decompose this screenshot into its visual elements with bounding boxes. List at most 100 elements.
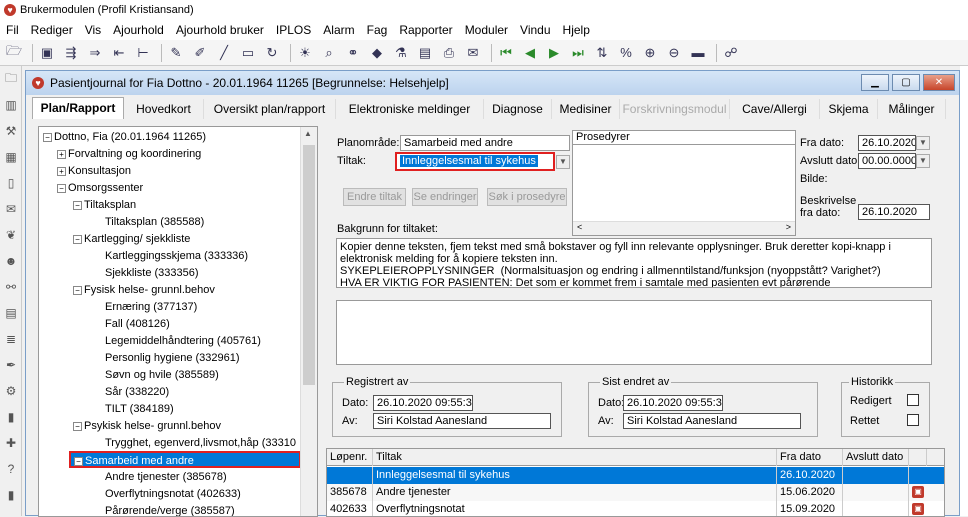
tab-cave-allergi[interactable]: Cave/Allergi	[730, 99, 820, 119]
puzzle-icon[interactable]: ✚	[2, 434, 20, 452]
scroll-left-icon[interactable]: <	[577, 222, 582, 232]
tree-leaf[interactable]: Andre tjenester (385678)	[105, 469, 227, 486]
pin-gray-icon[interactable]: ✐	[190, 43, 210, 63]
tree-scrollbar[interactable]: ▲	[300, 127, 317, 516]
scroll-right-icon[interactable]: >	[786, 222, 791, 232]
tree-node[interactable]: − Fysisk helse- grunnl.behov	[73, 282, 215, 299]
last-icon[interactable]: ⏭	[568, 43, 588, 63]
expand-icon[interactable]: +	[57, 149, 66, 159]
bars-icon[interactable]: ▮	[2, 408, 20, 426]
prosedyrer-hscroll[interactable]: < >	[573, 221, 795, 235]
menu-moduler[interactable]: Moduler	[459, 23, 514, 37]
tree-node[interactable]: + Konsultasjon	[57, 163, 131, 180]
tree-go-icon[interactable]: ⇒	[85, 43, 105, 63]
tab-skjema[interactable]: Skjema	[820, 99, 878, 119]
tab-elektroniske-meldinger[interactable]: Elektroniske meldinger	[336, 99, 484, 119]
expand-icon[interactable]: +	[57, 166, 66, 176]
menu-fil[interactable]: Fil	[0, 23, 25, 37]
tab-medisiner[interactable]: Medisiner	[552, 99, 620, 119]
dialog-icon[interactable]: ▭	[238, 43, 258, 63]
users-icon[interactable]: ☍	[721, 43, 741, 63]
menu-ajourhold-bruker[interactable]: Ajourhold bruker	[170, 23, 270, 37]
menu-hjelp[interactable]: Hjelp	[557, 23, 596, 37]
se-endringer-button[interactable]: Se endringer	[412, 188, 478, 206]
menu-ajourhold[interactable]: Ajourhold	[107, 23, 170, 37]
menu-vis[interactable]: Vis	[79, 23, 107, 37]
tree-leaf[interactable]: TILT (384189)	[105, 401, 174, 418]
tab-oversikt[interactable]: Oversikt plan/rapport	[204, 99, 336, 119]
magnifier-icon[interactable]: ⌕	[319, 43, 339, 63]
document-icon[interactable]: ▤	[415, 43, 435, 63]
users-icon[interactable]: ☻	[2, 252, 20, 270]
tree-leaf[interactable]: Personlig hygiene (332961)	[105, 350, 240, 367]
column-header[interactable]: Fra dato	[777, 449, 843, 466]
tree-node-selected[interactable]: − Samarbeid med andre	[69, 451, 301, 468]
tree-expand-icon[interactable]: ⇶	[61, 43, 81, 63]
tree-leaf[interactable]: Sjekkliste (333356)	[105, 265, 199, 282]
menu-alarm[interactable]: Alarm	[317, 23, 360, 37]
folder-icon[interactable]: 🗁	[4, 43, 24, 63]
fax-icon[interactable]: ✉	[463, 43, 483, 63]
close-button[interactable]: ✕	[923, 74, 955, 91]
beskrivelse-dato-field[interactable]: 26.10.2020	[858, 204, 930, 220]
menu-rapporter[interactable]: Rapporter	[393, 23, 458, 37]
leaf-icon[interactable]: ❦	[2, 226, 20, 244]
column-header[interactable]: Avslutt dato	[843, 449, 909, 466]
binoculars-icon[interactable]: ⚭	[343, 43, 363, 63]
tree-leaf[interactable]: Legemiddelhåndtering (405761)	[105, 333, 261, 350]
books-icon[interactable]: ≣	[2, 330, 20, 348]
tree-node[interactable]: − Psykisk helse- grunnl.behov	[73, 418, 221, 435]
tag-icon[interactable]: ◆	[367, 43, 387, 63]
avslutt-dato-dropdown-icon[interactable]: ▼	[916, 154, 930, 168]
next-icon[interactable]: ▶	[544, 43, 564, 63]
collapse-icon[interactable]: −	[57, 183, 66, 193]
collapse-icon[interactable]: −	[73, 234, 82, 244]
tab-diagnose[interactable]: Diagnose	[484, 99, 552, 119]
chart-icon[interactable]: ▦	[2, 148, 20, 166]
zoom-in-icon[interactable]: ⊕	[640, 43, 660, 63]
tree-node[interactable]: − Omsorgssenter	[57, 180, 143, 197]
tab-hovedkort[interactable]: Hovedkort	[124, 99, 204, 119]
print-icon[interactable]: ⎙	[439, 43, 459, 63]
collapse-icon[interactable]: −	[73, 285, 82, 295]
tree-leaf[interactable]: Trygghet, egenverd,livsmot,håp (33310	[105, 435, 298, 452]
column-header[interactable]: Tiltak	[373, 449, 777, 466]
notes-icon[interactable]: ▤	[2, 304, 20, 322]
fra-dato-field[interactable]: 26.10.2020	[858, 135, 916, 151]
bakgrunn-textarea[interactable]: Kopier denne teksten, fjem tekst med små…	[336, 238, 932, 288]
table-row[interactable]: 402633 Overflytningsnotat 15.09.2020 ▣	[327, 501, 944, 516]
notes-textarea[interactable]	[336, 300, 932, 365]
collapse-icon[interactable]: −	[74, 456, 83, 466]
mail-icon[interactable]: ✉	[2, 200, 20, 218]
previous-icon[interactable]: ◀	[520, 43, 540, 63]
lock-icon[interactable]: ▣	[912, 503, 924, 515]
link-icon[interactable]: ⚯	[2, 278, 20, 296]
tab-malinger[interactable]: Målinger	[878, 99, 946, 119]
bulb-icon[interactable]: ☀	[295, 43, 315, 63]
bottle-icon[interactable]: ⚗	[391, 43, 411, 63]
tree-leaf[interactable]: Søvn og hvile (385589)	[105, 367, 219, 384]
scroll-thumb[interactable]	[303, 145, 315, 385]
tree-leaf[interactable]: Fall (408126)	[105, 316, 170, 333]
clipboard-icon[interactable]: ▯	[2, 174, 20, 192]
tree-leaf[interactable]: Sår (338220)	[105, 384, 169, 401]
menu-iplos[interactable]: IPLOS	[270, 23, 317, 37]
menu-rediger[interactable]: Rediger	[25, 23, 79, 37]
folder-icon[interactable]: 🗀	[2, 70, 20, 88]
redigert-checkbox[interactable]	[907, 394, 919, 406]
menu-vindu[interactable]: Vindu	[514, 23, 556, 37]
tab-plan-rapport[interactable]: Plan/Rapport	[32, 97, 124, 119]
gear-icon[interactable]: ⚙	[2, 382, 20, 400]
tree-leaf[interactable]: Overflytningsnotat (402633)	[105, 486, 241, 503]
pen-icon[interactable]: ✒	[2, 356, 20, 374]
endre-tiltak-button[interactable]: Endre tiltak	[343, 188, 406, 206]
rettet-checkbox[interactable]	[907, 414, 919, 426]
tiltak-field[interactable]: Innleggelsesmal til sykehus	[395, 152, 555, 171]
pencil-icon[interactable]: ╱	[214, 43, 234, 63]
tree-node-root[interactable]: − Dottno, Fia (20.01.1964 11265)	[43, 129, 206, 146]
menu-fag[interactable]: Fag	[361, 23, 394, 37]
tree-node[interactable]: − Kartlegging/ sjekkliste	[73, 231, 190, 248]
lock-icon[interactable]: ▣	[912, 486, 924, 498]
zoom-out-icon[interactable]: ⊖	[664, 43, 684, 63]
tree-leaf[interactable]: Tiltaksplan (385588)	[105, 214, 204, 231]
